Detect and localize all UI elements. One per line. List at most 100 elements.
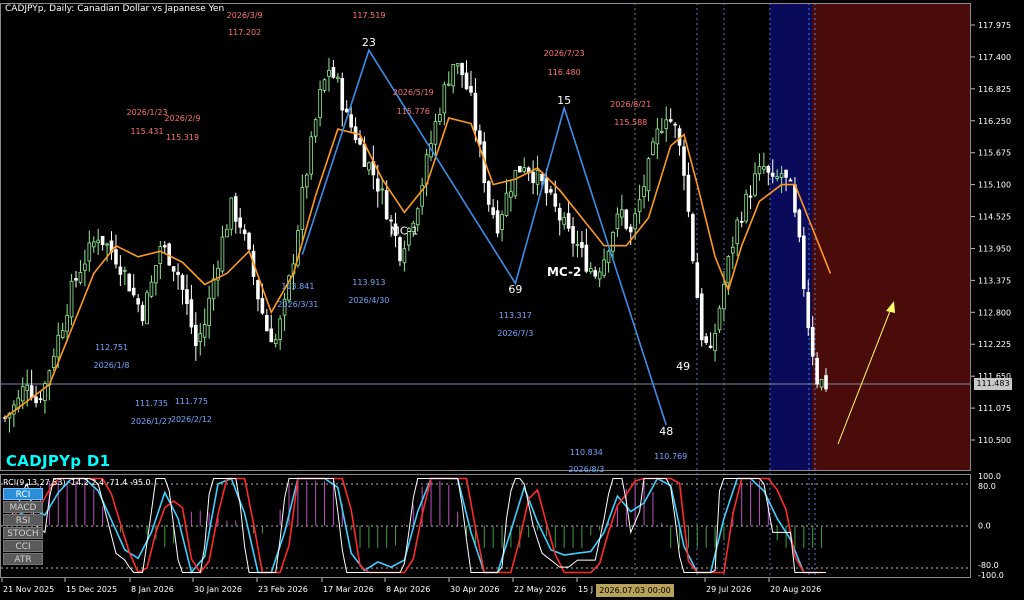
indicator-button-atr[interactable]: ATR [3, 553, 43, 565]
candle-body [810, 326, 815, 357]
candle-body [731, 246, 735, 254]
y-tick-label: 116.825 [978, 85, 1011, 94]
candle-body [375, 178, 380, 192]
x-tick-label: 23 Feb 2026 [258, 585, 308, 594]
candle-body [699, 293, 704, 341]
candle-body [238, 217, 243, 228]
upper-annotation-value: 115.588 [614, 118, 647, 127]
candle-body [415, 208, 420, 226]
candle-body [309, 136, 314, 175]
candle-body [278, 318, 282, 340]
indicator-button-rci[interactable]: RCI [3, 488, 43, 500]
candle-body [154, 265, 158, 284]
candle-body [562, 217, 566, 225]
candle-body [229, 197, 234, 230]
zigzag-label: 48 [659, 425, 673, 438]
candle-body [704, 336, 708, 343]
y-tick-label: 113.375 [978, 276, 1011, 285]
lower-annotation-date: 2026/1/8 [94, 361, 130, 370]
candle-body [739, 220, 744, 223]
candle-body [91, 241, 96, 248]
candle-body [646, 158, 651, 192]
candle-body [20, 386, 25, 402]
candle-body [100, 235, 105, 246]
candle-body [633, 213, 637, 230]
candle-body [588, 268, 593, 273]
upper-annotation-date: 2026/8/21 [610, 100, 651, 109]
indicator-tick-label: 100.0 [978, 472, 1001, 481]
symbol-label: CADJPYp D1 [6, 452, 111, 470]
lower-annotation-date: 2026/4/30 [348, 296, 389, 305]
candle-body [580, 242, 584, 248]
indicator-button-cci[interactable]: CCI [3, 540, 43, 552]
zigzag-label: 69 [508, 283, 522, 296]
candle-body [25, 384, 29, 391]
y-tick-label: 115.675 [978, 149, 1011, 158]
lower-annotation-value: 110.769 [654, 452, 687, 461]
candle-body [69, 280, 74, 318]
wave-label: MC-1 [390, 225, 418, 238]
candle-body [140, 304, 145, 322]
candle-body [513, 170, 518, 197]
candle-body [331, 66, 336, 78]
lower-annotation-value: 112.751 [95, 343, 128, 352]
candle-body [460, 62, 464, 76]
candle-body [788, 179, 793, 182]
candle-body [402, 248, 407, 264]
x-tick-label: 15 J [578, 585, 593, 594]
indicator-tick-label: 0.0 [978, 522, 991, 531]
upper-annotation-date: 2026/1/23 [126, 108, 167, 117]
candle-body [34, 396, 38, 404]
lower-annotation-value: 113.841 [281, 282, 314, 291]
candle-body [189, 299, 194, 328]
candle-body [571, 226, 575, 244]
candle-body [744, 193, 748, 222]
indicator-button-stoch[interactable]: STOCH [3, 527, 43, 539]
candle-body [207, 297, 211, 326]
candle-body [655, 128, 660, 145]
candle-body [722, 283, 726, 310]
candle-body [123, 269, 127, 272]
candle-body [819, 378, 824, 388]
lower-annotation-date: 2026/3/31 [277, 300, 318, 309]
y-tick-label: 114.525 [978, 213, 1011, 222]
candle-body [668, 119, 673, 122]
y-tick-label: 113.950 [978, 244, 1011, 253]
y-tick-label: 117.975 [978, 21, 1011, 30]
candle-body [433, 120, 438, 145]
candle-body [162, 245, 167, 248]
candle-body [557, 207, 562, 221]
candle-body [686, 174, 691, 212]
candle-body [660, 130, 664, 133]
candle-body [593, 270, 598, 277]
candle-body [637, 199, 642, 213]
y-tick-label: 115.100 [978, 181, 1011, 190]
x-tick-label: 30 Jan 2026 [194, 585, 242, 594]
candle-body [606, 250, 611, 264]
upper-annotation-date: 2026/3/9 [227, 11, 263, 20]
candle-body [566, 213, 571, 229]
lower-annotation-date: 2026/2/12 [171, 415, 212, 424]
candle-body [114, 249, 118, 265]
candle-body [242, 229, 247, 235]
y-tick-label: 112.225 [978, 340, 1011, 349]
candle-body [602, 259, 606, 276]
candle-body [620, 209, 624, 218]
candle-body [691, 214, 695, 262]
candle-body [611, 231, 615, 252]
candle-body [198, 333, 203, 342]
candle-body [60, 330, 65, 338]
candle-body [322, 79, 327, 91]
candle-body [29, 385, 34, 398]
candle-body [664, 119, 669, 129]
zigzag-label: 15 [557, 94, 571, 107]
indicator-tick-label: 80.0 [978, 482, 996, 491]
chart-canvas[interactable]: 23 69 15 48 49 MC-1 MC-2 2026/3/9 117.202 117.519… [0, 0, 1024, 600]
candle-body [74, 278, 78, 281]
indicator-button-macd[interactable]: MACD [3, 501, 43, 513]
candle-body [779, 173, 784, 178]
upper-annotation-value: 115.776 [397, 107, 430, 116]
upper-annotation-value: 115.319 [166, 133, 199, 142]
candle-body [260, 298, 265, 314]
indicator-button-rsi[interactable]: RSI [3, 514, 43, 526]
